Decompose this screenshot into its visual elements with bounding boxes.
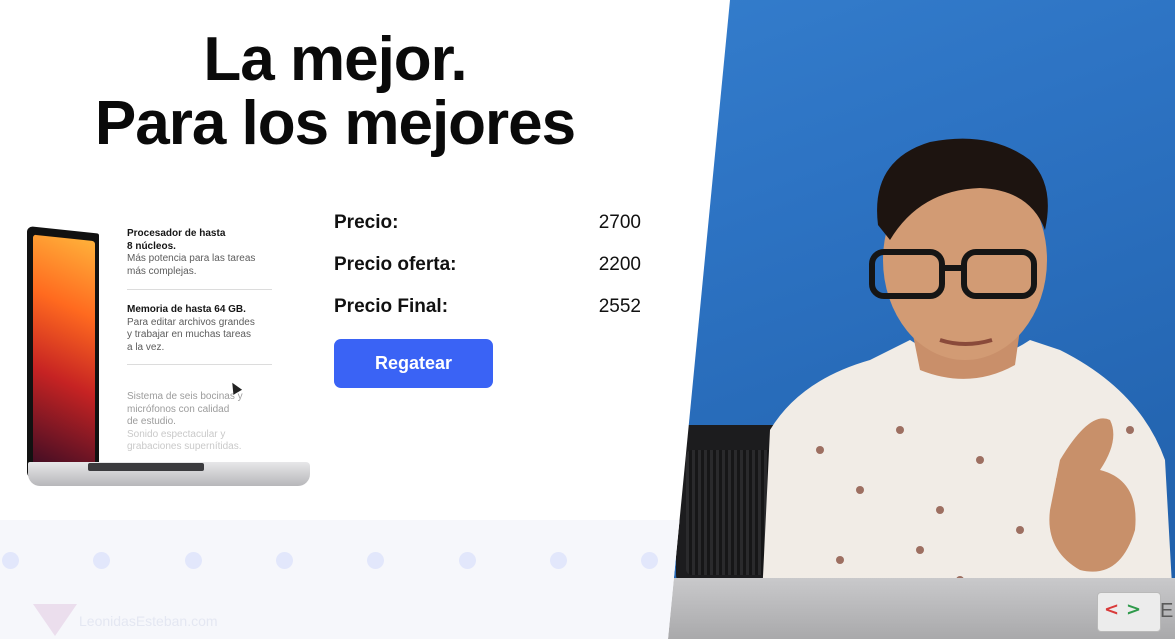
price-label: Precio Final: [334, 296, 449, 317]
product-slide: La mejor. Para los mejores Procesador de… [0, 0, 730, 639]
divider [127, 364, 272, 365]
feature-desc: micrófonos con calidad [127, 403, 230, 415]
decor-dot [459, 552, 476, 569]
decor-dot [550, 552, 567, 569]
feature-title: 8 núcleos. [127, 240, 176, 252]
page-title: La mejor. Para los mejores [85, 28, 585, 156]
feature-desc: de estudio. [127, 416, 176, 427]
price-row: Precio: 2700 [334, 212, 641, 254]
feature-desc: a la vez. [127, 341, 165, 353]
watermark-text: LeonidasEsteban.com [79, 613, 218, 629]
decor-dot [93, 552, 110, 569]
feature-desc: Sistema de seis bocinas y [127, 391, 243, 402]
laptop-screen-image [27, 226, 99, 486]
laptop-wallpaper [33, 234, 95, 478]
price-row-offer: Precio oferta: 2200 [334, 254, 641, 296]
feature-desc: Más potencia para las tareas [127, 253, 256, 264]
price-value: 2700 [598, 212, 641, 233]
code-right-icon: > [1126, 599, 1142, 620]
price-value: 2552 [598, 296, 641, 317]
feature-desc: más complejas. [127, 265, 197, 277]
decor-dot [2, 552, 19, 569]
feature-desc: grabaciones supernítidas. [127, 441, 242, 452]
presenter-figure [760, 138, 1175, 639]
code-sticker: < > [1097, 592, 1161, 632]
feature-processor: Procesador de hasta 8 núcleos. Más potenc… [127, 228, 255, 278]
price-row-final: Precio Final: 2552 [334, 296, 641, 338]
feature-title: Memoria de hasta 64 GB. [127, 304, 246, 315]
price-table: Precio: 2700 Precio oferta: 2200 Precio … [334, 212, 641, 338]
feature-memory: Memoria de hasta 64 GB. Para editar arch… [127, 304, 255, 354]
decor-dot [276, 552, 293, 569]
sticker-text: E [1160, 600, 1174, 622]
headline-line-1: La mejor. [203, 25, 467, 94]
feature-title: Procesador de hasta [127, 228, 226, 239]
price-value: 2200 [598, 254, 641, 275]
decor-dot [367, 552, 384, 569]
feature-desc: Sonido espectacular y [127, 428, 226, 440]
price-label: Precio oferta: [334, 254, 457, 275]
brand-logo-icon [33, 604, 77, 636]
code-left-icon: < [1104, 599, 1120, 620]
feature-desc: y trabajar en muchas tareas [127, 329, 251, 340]
feature-desc: Para editar archivos grandes [127, 316, 255, 328]
laptop-keyboard [88, 463, 204, 471]
price-label: Precio: [334, 212, 399, 233]
decor-dot [185, 552, 202, 569]
decor-dot [641, 552, 658, 569]
feature-speakers: Sistema de seis bocinas y micrófonos con… [127, 391, 243, 454]
headline-line-2: Para los mejores [94, 89, 576, 158]
haggle-button[interactable]: Regatear [334, 339, 493, 388]
divider [127, 289, 272, 290]
